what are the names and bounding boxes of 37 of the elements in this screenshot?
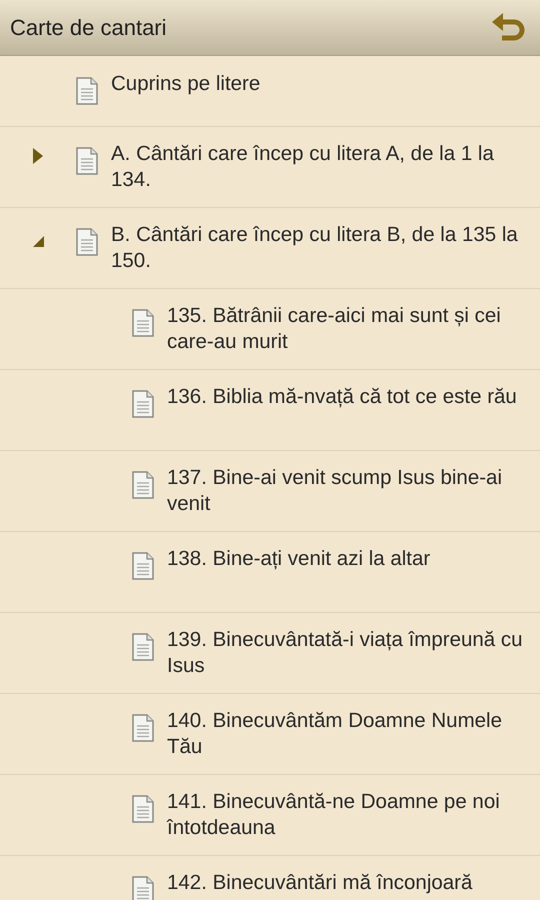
collapsed-arrow-icon[interactable] [32, 147, 44, 165]
item-title: B. Cântări care încep cu litera B, de la 135 la 150. [111, 222, 519, 274]
document-icon [75, 77, 99, 105]
document-icon [131, 552, 155, 580]
item-title: 139. Binecuvântată-i viața împreună cu Isus [167, 627, 524, 679]
list-item[interactable]: 141. Binecuvântă-ne Doamne pe noi întotdeauna [0, 775, 540, 856]
item-title: 135. Bătrânii care-aici mai sunt și cei care-au murit [167, 303, 502, 355]
list-item[interactable]: 138. Bine-ați venit azi la altar [0, 532, 540, 613]
list-item[interactable]: 136. Biblia mă-nvață că tot ce este rău [0, 370, 540, 451]
list-item[interactable]: 142. Binecuvântări mă înconjoară [0, 856, 540, 900]
list-item[interactable]: 139. Binecuvântată-i viața împreună cu Isus [0, 613, 540, 694]
document-icon [131, 471, 155, 499]
item-title: 138. Bine-ați venit azi la altar [167, 546, 432, 572]
expanded-arrow-icon[interactable] [30, 234, 44, 248]
document-icon [75, 228, 99, 256]
list-item[interactable]: 140. Binecuvântăm Doamne Numele Tău [0, 694, 540, 775]
item-title: 140. Binecuvântăm Doamne Numele Tău [167, 708, 504, 760]
list-item[interactable]: 137. Bine-ai venit scump Isus bine-ai venit [0, 451, 540, 532]
list-item[interactable]: Cuprins pe litere [0, 56, 540, 127]
list-item[interactable]: B. Cântări care încep cu litera B, de la 135 la 150. [0, 208, 540, 289]
document-icon [131, 876, 155, 900]
back-arrow-icon [490, 12, 526, 44]
document-icon [131, 714, 155, 742]
item-title: 137. Bine-ai venit scump Isus bine-ai venit [167, 465, 504, 517]
app-title: Carte de cantari [10, 14, 167, 40]
document-icon [131, 309, 155, 337]
list-item[interactable]: A. Cântări care încep cu litera A, de la 1 la 134. [0, 127, 540, 208]
document-icon [75, 147, 99, 175]
item-title: 142. Binecuvântări mă înconjoară [167, 870, 474, 896]
item-title: 136. Biblia mă-nvață că tot ce este rău [167, 384, 518, 410]
document-icon [131, 795, 155, 823]
item-title: Cuprins pe litere [111, 71, 262, 97]
document-icon [131, 633, 155, 661]
list-item[interactable]: 135. Bătrânii care-aici mai sunt și cei care-au murit [0, 289, 540, 370]
item-title: A. Cântări care încep cu litera A, de la 1 la 134. [111, 141, 495, 193]
document-icon [131, 390, 155, 418]
item-title: 141. Binecuvântă-ne Doamne pe noi întotdeauna [167, 789, 501, 841]
